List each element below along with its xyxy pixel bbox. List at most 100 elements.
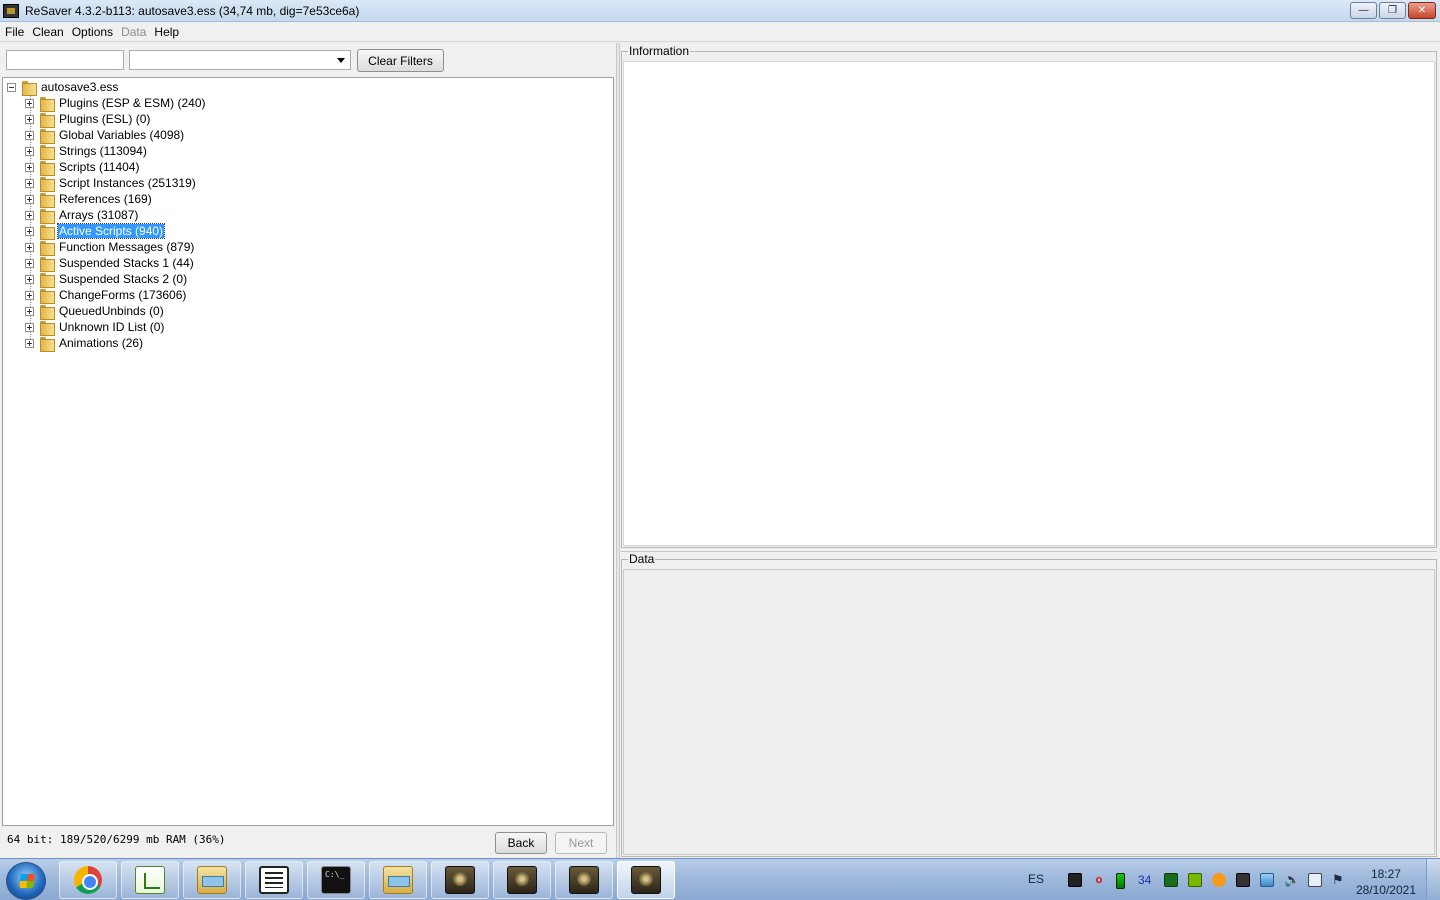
- network-icon[interactable]: [1260, 873, 1274, 887]
- taskbar-app-resaver-active[interactable]: [617, 861, 675, 899]
- save-tree[interactable]: autosave3.ess Plugins (ESP & ESM) (240) …: [2, 77, 614, 826]
- information-content[interactable]: [623, 61, 1435, 546]
- expand-icon[interactable]: [25, 258, 34, 268]
- display-icon[interactable]: [1308, 873, 1322, 887]
- expand-icon[interactable]: [25, 162, 34, 172]
- tree-item[interactable]: Scripts (11404): [25, 159, 140, 176]
- avast-icon[interactable]: [1212, 873, 1226, 887]
- tree-item[interactable]: Script Instances (251319): [25, 175, 197, 192]
- data-panel: Data: [621, 552, 1437, 857]
- cpu-monitor-icon[interactable]: [1164, 873, 1178, 887]
- tree-item[interactable]: Suspended Stacks 1 (44): [25, 255, 195, 272]
- origin-icon[interactable]: o: [1092, 873, 1106, 887]
- taskbar-app-explorer[interactable]: [183, 861, 241, 899]
- tree-item[interactable]: Unknown ID List (0): [25, 319, 165, 336]
- tree-item-label: Global Variables (4098): [59, 128, 185, 142]
- menu-clean[interactable]: Clean: [28, 25, 67, 39]
- hard-drive-icon: [445, 866, 475, 894]
- expand-icon[interactable]: [25, 146, 34, 156]
- hard-drive-icon: [569, 866, 599, 894]
- folder-icon: [40, 96, 55, 112]
- tree-item[interactable]: Plugins (ESP & ESM) (240): [25, 95, 207, 112]
- left-panel: Clear Filters autosave3.ess Plugins (ESP…: [0, 43, 616, 858]
- expand-icon[interactable]: [25, 322, 34, 332]
- expand-icon[interactable]: [25, 242, 34, 252]
- clock[interactable]: 18:27 28/10/2021: [1356, 866, 1416, 898]
- expand-icon[interactable]: [25, 226, 34, 236]
- menu-bar: File Clean Options Data Help: [0, 22, 1440, 42]
- tree-item[interactable]: Plugins (ESL) (0): [25, 111, 151, 128]
- tree-item-label: Scripts (11404): [59, 160, 140, 174]
- language-indicator[interactable]: ES: [1028, 872, 1044, 886]
- tree-item[interactable]: Animations (26): [25, 335, 144, 352]
- taskbar-app-chrome[interactable]: [59, 861, 117, 899]
- speaker-icon[interactable]: 🔈: [1284, 873, 1300, 887]
- restore-button[interactable]: ❐: [1379, 2, 1406, 19]
- tree-item-label: Plugins (ESL) (0): [59, 112, 151, 126]
- folder-icon: [40, 304, 55, 320]
- show-desktop-button[interactable]: [1426, 859, 1440, 900]
- window-title: ReSaver 4.3.2-b113: autosave3.ess (34,74…: [25, 3, 360, 18]
- expand-icon[interactable]: [25, 178, 34, 188]
- taskbar-app-resaver-2[interactable]: [493, 861, 551, 899]
- expand-icon[interactable]: [25, 338, 34, 348]
- panel-splitter[interactable]: [616, 43, 620, 858]
- tree-item[interactable]: Suspended Stacks 2 (0): [25, 271, 188, 288]
- tree-item-selected[interactable]: Active Scripts (940): [25, 223, 166, 240]
- expand-icon[interactable]: [25, 306, 34, 316]
- battery-monitor-icon[interactable]: [1116, 873, 1125, 889]
- folder-icon: [22, 80, 37, 96]
- expand-icon[interactable]: [25, 194, 34, 204]
- expand-icon[interactable]: [25, 114, 34, 124]
- expand-icon[interactable]: [25, 274, 34, 284]
- tree-item[interactable]: QueuedUnbinds (0): [25, 303, 165, 320]
- clock-time: 18:27: [1370, 867, 1401, 881]
- menu-help[interactable]: Help: [150, 25, 183, 39]
- right-splitter[interactable]: [621, 551, 1437, 554]
- monitor-icon[interactable]: [1236, 873, 1250, 887]
- tree-item-label: Arrays (31087): [59, 208, 139, 222]
- tree-root[interactable]: autosave3.ess: [7, 79, 119, 96]
- expand-icon[interactable]: [25, 98, 34, 108]
- folder-icon: [40, 336, 55, 352]
- tree-item[interactable]: References (169): [25, 191, 153, 208]
- filter-combo[interactable]: [129, 50, 351, 70]
- menu-options[interactable]: Options: [68, 25, 117, 39]
- tree-item-label: Plugins (ESP & ESM) (240): [59, 96, 206, 110]
- minimize-button[interactable]: —: [1350, 2, 1377, 19]
- temperature-indicator[interactable]: 34: [1138, 873, 1152, 887]
- taskbar-app-resaver-1[interactable]: [431, 861, 489, 899]
- file-explorer-icon: [383, 866, 413, 894]
- expand-icon[interactable]: [25, 210, 34, 220]
- data-content[interactable]: [623, 569, 1435, 855]
- start-button[interactable]: [6, 862, 46, 900]
- tree-item-label: References (169): [59, 192, 152, 206]
- close-button[interactable]: ✕: [1408, 2, 1436, 19]
- taskbar-app-notepad[interactable]: [121, 861, 179, 899]
- clear-filters-button[interactable]: Clear Filters: [357, 49, 444, 72]
- expand-icon[interactable]: [25, 290, 34, 300]
- action-center-flag-icon[interactable]: ⚑: [1332, 873, 1346, 887]
- filter-text-input[interactable]: [6, 50, 124, 70]
- taskbar-app-explorer-2[interactable]: [369, 861, 427, 899]
- tree-item-label: Strings (113094): [59, 144, 147, 158]
- steam-icon[interactable]: [1068, 873, 1082, 887]
- tree-item[interactable]: Global Variables (4098): [25, 127, 185, 144]
- tree-item[interactable]: Arrays (31087): [25, 207, 139, 224]
- taskbar-app-resaver-3[interactable]: [555, 861, 613, 899]
- menu-file[interactable]: File: [1, 25, 28, 39]
- tree-item-label: Script Instances (251319): [59, 176, 196, 190]
- tree-item-label: Suspended Stacks 1 (44): [59, 256, 194, 270]
- tree-item[interactable]: ChangeForms (173606): [25, 287, 187, 304]
- tree-item[interactable]: Function Messages (879): [25, 239, 195, 256]
- taskbar-app-cmd[interactable]: [307, 861, 365, 899]
- nvidia-icon[interactable]: [1188, 873, 1202, 887]
- title-bar: ReSaver 4.3.2-b113: autosave3.ess (34,74…: [0, 0, 1440, 22]
- taskbar-app-document[interactable]: [245, 861, 303, 899]
- document-icon: [259, 866, 289, 894]
- expand-icon[interactable]: [25, 130, 34, 140]
- tree-item[interactable]: Strings (113094): [25, 143, 148, 160]
- collapse-icon[interactable]: [7, 82, 16, 92]
- back-button[interactable]: Back: [495, 832, 547, 854]
- file-explorer-icon: [197, 866, 227, 894]
